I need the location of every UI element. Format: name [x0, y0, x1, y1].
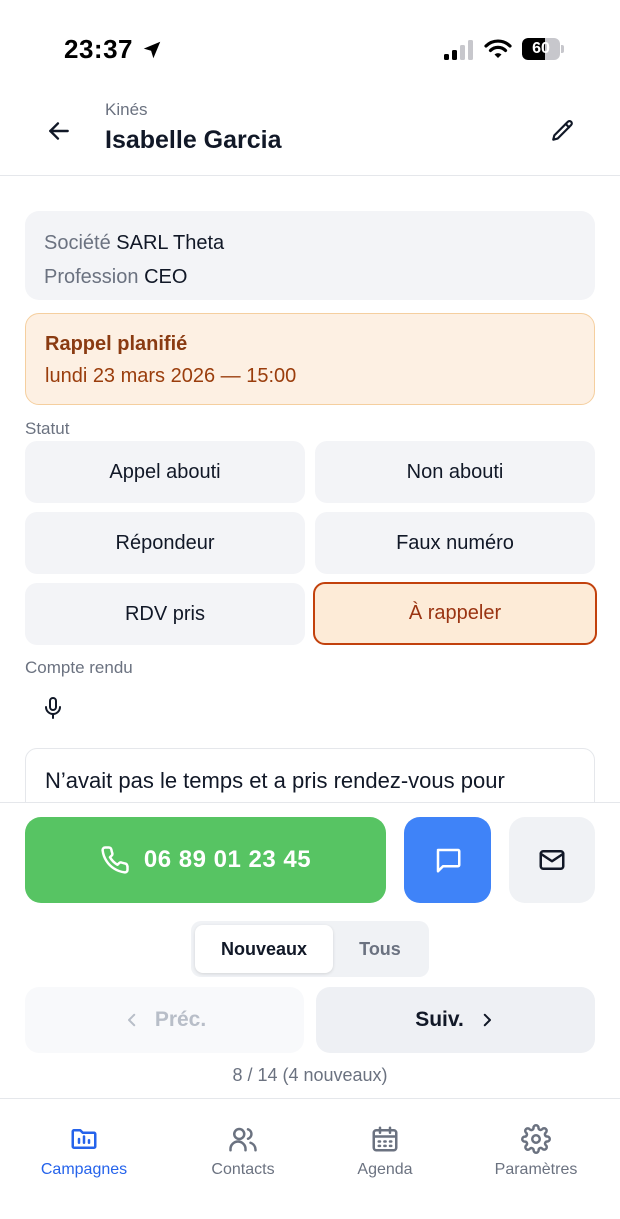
status-option-call-back[interactable]: À rappeler — [313, 582, 597, 645]
location-arrow-icon — [143, 41, 161, 59]
tab-settings-label: Paramètres — [494, 1161, 578, 1178]
dictation-button[interactable] — [38, 692, 68, 724]
contact-name: Isabelle Garcia — [105, 126, 282, 154]
message-icon — [436, 848, 460, 873]
status-option-not-completed[interactable]: Non abouti — [315, 441, 595, 503]
envelope-icon — [539, 850, 565, 870]
bottom-action-panel: 06 89 01 23 45 Nouveaux Tous Préc. Suiv.… — [0, 802, 620, 1098]
contact-list-name: Kinés — [105, 100, 148, 119]
tab-settings[interactable]: Paramètres — [461, 1123, 611, 1179]
status-option-appointment[interactable]: RDV pris — [25, 583, 305, 645]
pencil-icon — [552, 120, 573, 141]
tab-campaigns-label: Campagnes — [40, 1161, 128, 1178]
tab-agenda[interactable]: Agenda — [310, 1123, 460, 1179]
profession-label: Profession — [44, 266, 139, 288]
back-button[interactable] — [40, 112, 78, 150]
next-button[interactable]: Suiv. — [316, 987, 595, 1053]
scheduled-reminder-card[interactable]: Rappel planifié lundi 23 mars 2026 — 15:… — [25, 313, 595, 405]
reminder-title: Rappel planifié — [45, 333, 188, 355]
header: Kinés Isabelle Garcia — [0, 90, 620, 176]
status-option-wrong-number[interactable]: Faux numéro — [315, 512, 595, 574]
filter-tab-all[interactable]: Tous — [335, 925, 425, 973]
profession-value: CEO — [144, 266, 188, 288]
company-row: Société SARL Theta — [44, 226, 576, 260]
chevron-right-icon — [483, 1013, 491, 1027]
status-time: 23:37 — [64, 34, 133, 64]
cellular-signal-icon — [444, 40, 473, 60]
battery-indicator: 60 — [522, 38, 564, 60]
status-section-label: Statut — [25, 419, 70, 438]
gear-icon — [521, 1124, 551, 1154]
email-button[interactable] — [509, 817, 595, 903]
sms-button[interactable] — [404, 817, 491, 903]
profession-row: Profession CEO — [44, 260, 576, 294]
contact-counter: 8 / 14 (4 nouveaux) — [232, 1065, 388, 1085]
users-icon — [229, 1127, 257, 1152]
tab-agenda-label: Agenda — [357, 1161, 413, 1178]
tab-contacts[interactable]: Contacts — [168, 1123, 318, 1179]
filter-tab-new[interactable]: Nouveaux — [195, 925, 333, 973]
phone-icon — [101, 846, 129, 874]
previous-button[interactable]: Préc. — [25, 987, 304, 1053]
company-value: SARL Theta — [116, 232, 225, 254]
previous-label: Préc. — [154, 1008, 207, 1031]
reminder-date: lundi 23 mars 2026 — 15:00 — [45, 365, 297, 387]
next-label: Suiv. — [415, 1008, 464, 1031]
filter-segmented-control: Nouveaux Tous — [191, 921, 429, 977]
tab-campaigns[interactable]: Campagnes — [9, 1123, 159, 1179]
contact-info-card: Société SARL Theta Profession CEO — [25, 211, 595, 300]
phone-number: 06 89 01 23 45 — [143, 846, 312, 873]
battery-level: 60 — [532, 40, 550, 57]
folder-chart-icon — [71, 1129, 97, 1149]
status-option-voicemail[interactable]: Répondeur — [25, 512, 305, 574]
wifi-icon — [484, 39, 512, 58]
company-label: Société — [44, 232, 111, 254]
status-bar: 23:37 60 — [0, 0, 620, 100]
call-button[interactable]: 06 89 01 23 45 — [25, 817, 386, 903]
chevron-left-icon — [127, 1013, 136, 1027]
microphone-icon — [45, 697, 61, 719]
report-section-label: Compte rendu — [25, 658, 133, 677]
status-option-call-completed[interactable]: Appel abouti — [25, 441, 305, 503]
bottom-tab-bar: Campagnes Contacts Agenda Paramètres — [0, 1098, 620, 1219]
calendar-icon — [372, 1126, 398, 1152]
arrow-left-icon — [49, 122, 69, 140]
edit-button[interactable] — [544, 112, 582, 150]
tab-contacts-label: Contacts — [211, 1161, 275, 1178]
